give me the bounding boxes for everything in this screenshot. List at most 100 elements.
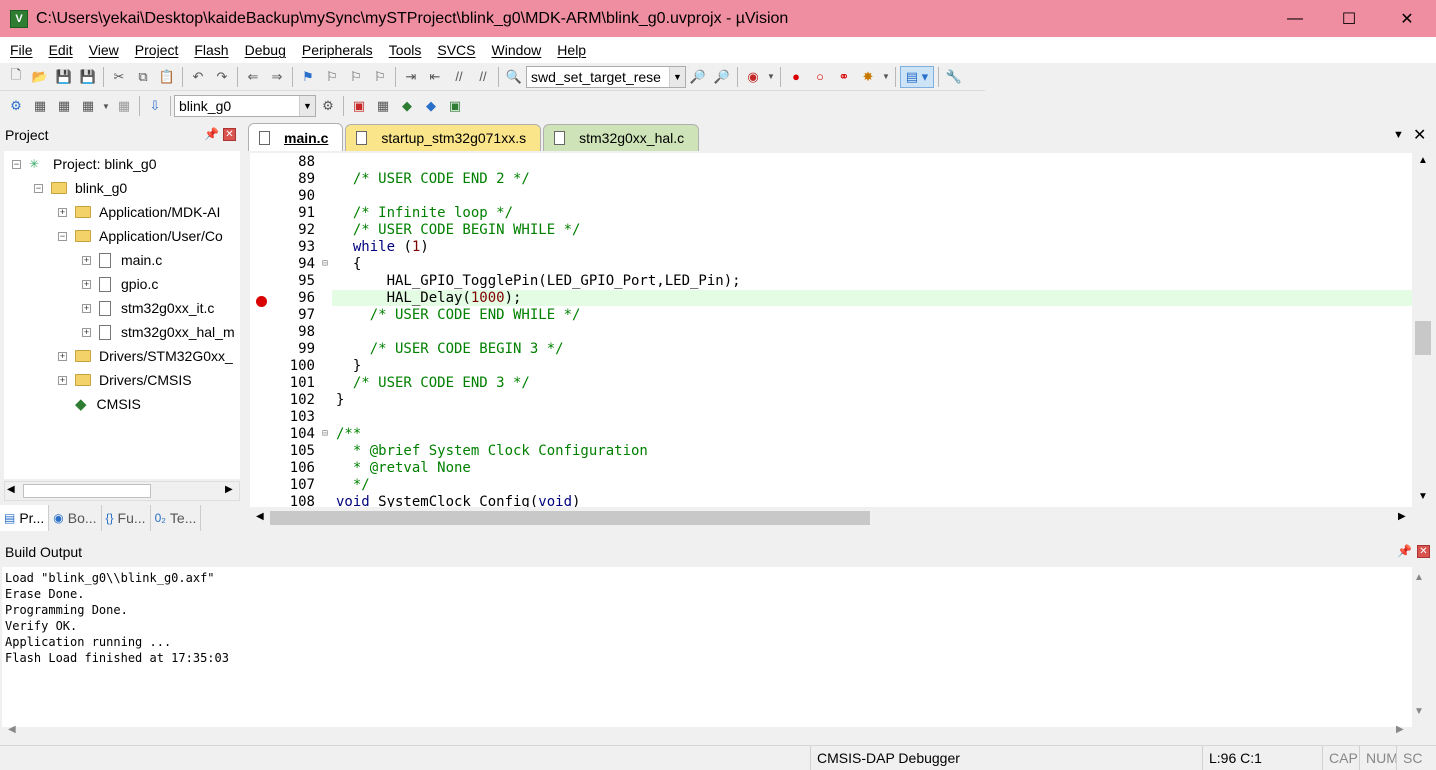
tree-item[interactable]: − Application/User/Co [58,225,223,247]
fold-icon[interactable]: ⊟ [318,428,332,439]
tree-item[interactable]: − blink_g0 [34,177,127,199]
disable-all-breakpoints-icon[interactable]: ⚭ [833,66,855,88]
nav-forward-icon[interactable]: ⇒ [266,66,288,88]
indent-icon[interactable]: ⇥ [400,66,422,88]
uncomment-icon[interactable]: // [472,66,494,88]
scroll-down-icon[interactable]: ▼ [1418,491,1428,502]
close-editor-icon[interactable]: ✕ [1413,125,1426,145]
menu-file[interactable]: File [2,37,41,63]
expand-icon[interactable]: + [58,207,67,217]
bookmark-icon[interactable]: ⚑ [297,66,319,88]
close-pane-icon[interactable]: ✕ [1417,545,1430,558]
tree-file-item[interactable]: + main.c [82,249,162,271]
chevron-down-icon[interactable]: ▼ [101,95,111,117]
build-icon[interactable]: ▦ [29,95,51,117]
rebuild-icon[interactable]: ▦ [53,95,75,117]
collapse-icon[interactable]: − [34,183,43,193]
find-icon[interactable]: 🔎 [687,66,709,88]
code-editor[interactable]: 88 89 /* USER CODE END 2 */90 91 /* Infini… [250,153,1416,507]
window-layout-icon[interactable]: ▤ ▾ [900,65,934,88]
menu-help[interactable]: Help [549,37,594,63]
save-icon[interactable]: 💾 [53,66,75,88]
disable-breakpoint-icon[interactable]: ○ [809,66,831,88]
menu-project[interactable]: Project [127,37,187,63]
prev-bookmark-icon[interactable]: ⚐ [321,66,343,88]
download-icon[interactable]: ⇩ [144,95,166,117]
code-line[interactable]: 108 void SystemClock_Config(void) [250,493,1416,508]
file-extensions-icon[interactable]: ▣ [348,95,370,117]
run-time-environment-icon[interactable]: ▣ [444,95,466,117]
code-line[interactable]: 89 /* USER CODE END 2 */ [250,170,1416,187]
menu-debug[interactable]: Debug [237,37,294,63]
chevron-down-icon[interactable]: ▼ [766,66,776,88]
code-line[interactable]: 104 ⊟ /** [250,425,1416,442]
close-button[interactable]: ✕ [1378,0,1436,37]
tree-item[interactable]: + Drivers/STM32G0xx_ [58,345,233,367]
code-line[interactable]: 94 ⊟ { [250,255,1416,272]
code-line[interactable]: 106 * @retval None [250,459,1416,476]
pack-installer-icon[interactable]: ▦ [372,95,394,117]
close-pane-icon[interactable]: ✕ [223,128,236,141]
menu-edit[interactable]: Edit [41,37,81,63]
tree-file-item[interactable]: + gpio.c [82,273,158,295]
pin-icon[interactable]: 📌 [1397,544,1412,558]
menu-svcs[interactable]: SVCS [429,37,483,63]
tab-books[interactable]: ◉ Bo... [49,505,102,531]
code-line[interactable]: 101 /* USER CODE END 3 */ [250,374,1416,391]
configure-icon[interactable]: 🔧 [943,66,965,88]
incremental-find-icon[interactable]: 🔎 [711,66,733,88]
kill-all-breakpoints-icon[interactable]: ✸ [857,66,879,88]
code-line[interactable]: 90 [250,187,1416,204]
chevron-down-icon[interactable]: ▼ [669,66,685,87]
code-line[interactable]: 92 /* USER CODE BEGIN WHILE */ [250,221,1416,238]
code-line[interactable]: 103 [250,408,1416,425]
code-line[interactable]: 95 HAL_GPIO_TogglePin(LED_GPIO_Port,LED_… [250,272,1416,289]
project-target-combo[interactable]: blink_g0 ▼ [174,95,316,117]
editor-tab[interactable]: startup_stm32g071xx.s [345,124,542,151]
tab-templates[interactable]: 0₂ Te... [151,505,202,531]
tree-item[interactable]: + Application/MDK-AI [58,201,220,223]
code-line[interactable]: 91 /* Infinite loop */ [250,204,1416,221]
fold-icon[interactable]: ⊟ [318,258,332,269]
select-software-packs-icon[interactable]: ◆ [420,95,442,117]
target-combo[interactable]: swd_set_target_rese ▼ [526,65,686,88]
scroll-up-icon[interactable]: ▲ [1418,155,1428,166]
tree-file-item[interactable]: + stm32g0xx_hal_m [82,321,235,343]
scroll-thumb[interactable] [23,484,151,498]
code-line[interactable]: 102} [250,391,1416,408]
tab-list-dropdown-icon[interactable]: ▼ [1393,129,1404,141]
batch-build-icon[interactable]: ▦ [77,95,99,117]
expand-icon[interactable]: + [82,279,91,289]
editor-vertical-scrollbar[interactable]: ▲ ▼ [1412,153,1434,507]
code-line[interactable]: 98 [250,323,1416,340]
find-in-files-icon[interactable]: 🔍 [503,66,525,88]
menu-peripherals[interactable]: Peripherals [294,37,381,63]
debug-session-icon[interactable]: ◉ [742,66,764,88]
tree-item[interactable]: ◆ CMSIS [58,393,141,415]
tree-file-item[interactable]: + stm32g0xx_it.c [82,297,214,319]
chevron-down-icon[interactable]: ▼ [299,96,315,116]
comment-icon[interactable]: // [448,66,470,88]
paste-icon[interactable]: 📋 [156,66,178,88]
menu-view[interactable]: View [81,37,127,63]
tab-functions[interactable]: {} Fu... [102,505,151,531]
tree-item[interactable]: − ✳ Project: blink_g0 [12,153,157,175]
editor-tab[interactable]: stm32g0xx_hal.c [543,124,700,151]
code-line[interactable]: 100 } [250,357,1416,374]
expand-icon[interactable]: + [82,255,91,265]
code-line[interactable]: 88 [250,153,1416,170]
pin-icon[interactable]: 📌 [204,127,219,141]
code-line[interactable]: 107 */ [250,476,1416,493]
code-line[interactable]: 99 /* USER CODE BEGIN 3 */ [250,340,1416,357]
scroll-up-icon[interactable]: ▲ [1414,572,1424,583]
code-line[interactable]: 97 /* USER CODE END WHILE */ [250,306,1416,323]
open-folder-icon[interactable]: 📂 [29,66,51,88]
scroll-thumb[interactable] [270,511,870,525]
menu-tools[interactable]: Tools [381,37,430,63]
menu-window[interactable]: Window [484,37,550,63]
insert-breakpoint-icon[interactable]: ● [785,66,807,88]
copy-icon[interactable]: ⧉ [132,66,154,88]
scroll-left-icon[interactable]: ◀ [8,724,16,735]
tab-project[interactable]: ▤ Pr... [0,505,50,531]
project-horizontal-scrollbar[interactable]: ◀ ▶ [4,481,240,501]
